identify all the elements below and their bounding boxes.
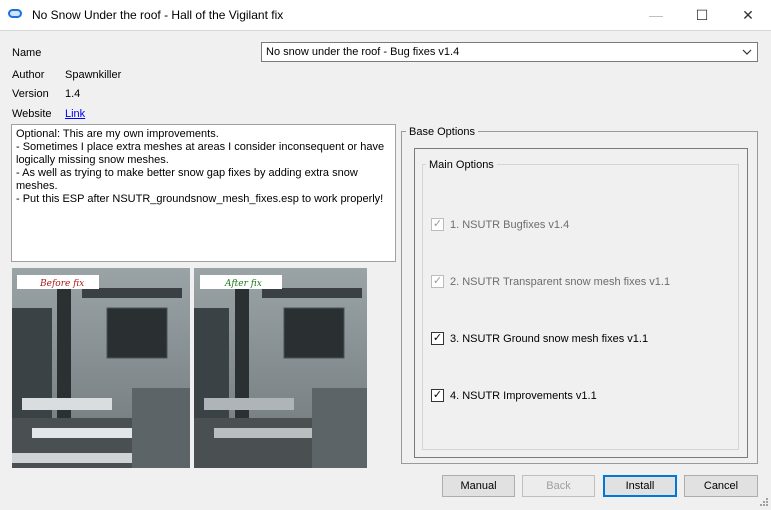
cancel-button[interactable]: Cancel <box>684 475 758 497</box>
resize-grip-icon[interactable] <box>759 497 769 507</box>
manual-button[interactable]: Manual <box>442 475 515 497</box>
option-item-3[interactable]: ✓ 3. NSUTR Ground snow mesh fixes v1.1 <box>431 332 648 345</box>
check-icon: ✓ <box>432 218 443 230</box>
checkbox-3[interactable]: ✓ <box>431 332 444 345</box>
name-dropdown-value: No snow under the roof - Bug fixes v1.4 <box>266 46 460 58</box>
maximize-button[interactable]: ☐ <box>679 0 725 30</box>
minimize-button[interactable]: — <box>633 0 679 30</box>
website-link[interactable]: Link <box>65 108 85 120</box>
window-title: No Snow Under the roof - Hall of the Vig… <box>32 8 284 22</box>
author-value: Spawnkiller <box>65 69 122 81</box>
chevron-down-icon <box>742 45 752 62</box>
option-item-1[interactable]: ✓ 1. NSUTR Bugfixes v1.4 <box>431 218 569 231</box>
install-button[interactable]: Install <box>603 475 677 497</box>
title-bar: No Snow Under the roof - Hall of the Vig… <box>0 0 771 30</box>
author-label: Author <box>12 69 45 81</box>
check-icon: ✓ <box>432 389 443 401</box>
after-fix-label: After fix <box>224 279 262 289</box>
option-label-1: 1. NSUTR Bugfixes v1.4 <box>450 218 570 231</box>
name-label: Name <box>12 47 42 59</box>
close-button[interactable]: ✕ <box>725 0 771 30</box>
checkbox-4[interactable]: ✓ <box>431 389 444 402</box>
main-options-title: Main Options <box>426 159 497 171</box>
version-value: 1.4 <box>65 88 81 100</box>
description-text: Optional: This are my own improvements. … <box>11 124 396 262</box>
preview-image: Before fix After fix <box>12 268 367 468</box>
preview-image-art: Before fix After fix <box>12 268 367 468</box>
back-button[interactable]: Back <box>522 475 595 497</box>
base-options-title: Base Options <box>406 126 479 138</box>
check-icon: ✓ <box>432 275 443 287</box>
option-item-4[interactable]: ✓ 4. NSUTR Improvements v1.1 <box>431 389 597 402</box>
name-dropdown[interactable]: No snow under the roof - Bug fixes v1.4 <box>261 42 758 62</box>
app-icon <box>8 9 22 18</box>
option-label-3: 3. NSUTR Ground snow mesh fixes v1.1 <box>450 332 649 345</box>
title-divider <box>0 30 771 31</box>
option-label-4: 4. NSUTR Improvements v1.1 <box>450 389 597 402</box>
version-label: Version <box>12 88 49 100</box>
option-item-2[interactable]: ✓ 2. NSUTR Transparent snow mesh fixes v… <box>431 275 670 288</box>
checkbox-1[interactable]: ✓ <box>431 218 444 231</box>
before-fix-label: Before fix <box>39 279 84 289</box>
website-label: Website <box>12 108 52 120</box>
checkbox-2[interactable]: ✓ <box>431 275 444 288</box>
main-options-group <box>422 164 739 450</box>
check-icon: ✓ <box>432 332 443 344</box>
option-label-2: 2. NSUTR Transparent snow mesh fixes v1.… <box>450 275 671 288</box>
